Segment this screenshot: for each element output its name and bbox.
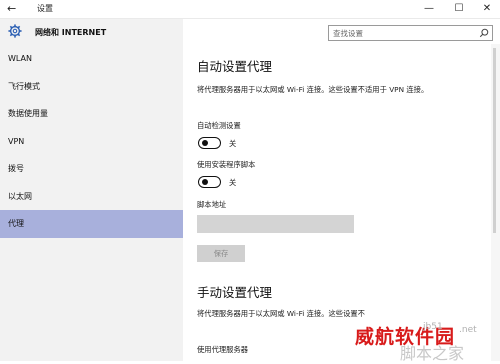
back-button[interactable]: ←	[7, 2, 16, 15]
title-bar: ← 设置 — ☐ ✕	[0, 0, 500, 19]
search-icon[interactable]	[479, 28, 489, 38]
sidebar-item-ethernet[interactable]: 以太网	[0, 183, 183, 211]
sidebar-item-data-usage[interactable]: 数据使用量	[0, 100, 183, 128]
sidebar: 网络和 INTERNET WLAN 飞行模式 数据使用量 VPN 拨号 以太网 …	[0, 19, 183, 361]
script-address-label: 脚本地址	[197, 200, 227, 209]
window-title: 设置	[37, 4, 53, 13]
sidebar-item-wlan[interactable]: WLAN	[0, 45, 183, 73]
watermark-jb51: jb51	[423, 322, 443, 332]
sidebar-item-airplane-mode[interactable]: 飞行模式	[0, 73, 183, 101]
toggle-knob	[201, 140, 208, 146]
manual-proxy-heading: 手动设置代理	[197, 285, 273, 300]
save-button[interactable]: 保存	[197, 245, 245, 262]
watermark: 威航软件园 jb51 .net 脚本之家	[355, 318, 500, 363]
auto-detect-toggle[interactable]	[198, 137, 221, 149]
sidebar-title: 网络和 INTERNET	[35, 28, 107, 37]
watermark-net: .net	[459, 325, 477, 335]
manual-proxy-description: 将代理服务器用于以太网或 Wi-Fi 连接。这些设置不	[197, 309, 365, 318]
auto-proxy-heading: 自动设置代理	[197, 59, 273, 74]
use-script-label: 使用安装程序脚本	[197, 160, 256, 169]
search-placeholder: 查找设置	[333, 29, 363, 38]
sidebar-nav: WLAN 飞行模式 数据使用量 VPN 拨号 以太网 代理	[0, 45, 183, 238]
close-button[interactable]: ✕	[472, 0, 500, 18]
watermark-sub: 脚本之家	[400, 344, 465, 363]
use-script-state: 关	[229, 178, 237, 187]
search-input[interactable]: 查找设置	[328, 25, 493, 41]
sidebar-item-vpn[interactable]: VPN	[0, 128, 183, 156]
gear-icon	[8, 24, 22, 38]
auto-detect-state: 关	[229, 139, 237, 148]
maximize-button[interactable]: ☐	[444, 0, 474, 18]
use-script-toggle[interactable]	[198, 176, 221, 188]
minimize-button[interactable]: —	[414, 0, 444, 18]
scrollbar-thumb[interactable]	[493, 48, 496, 233]
toggle-knob	[201, 179, 208, 185]
sidebar-item-dial-up[interactable]: 拨号	[0, 155, 183, 183]
auto-detect-label: 自动检测设置	[197, 121, 241, 130]
sidebar-header: 网络和 INTERNET	[0, 19, 183, 44]
auto-proxy-description: 将代理服务器用于以太网或 Wi-Fi 连接。这些设置不适用于 VPN 连接。	[197, 85, 429, 94]
script-address-field[interactable]	[197, 215, 354, 233]
use-proxy-label: 使用代理服务器	[197, 345, 249, 354]
sidebar-item-proxy[interactable]: 代理	[0, 210, 183, 238]
